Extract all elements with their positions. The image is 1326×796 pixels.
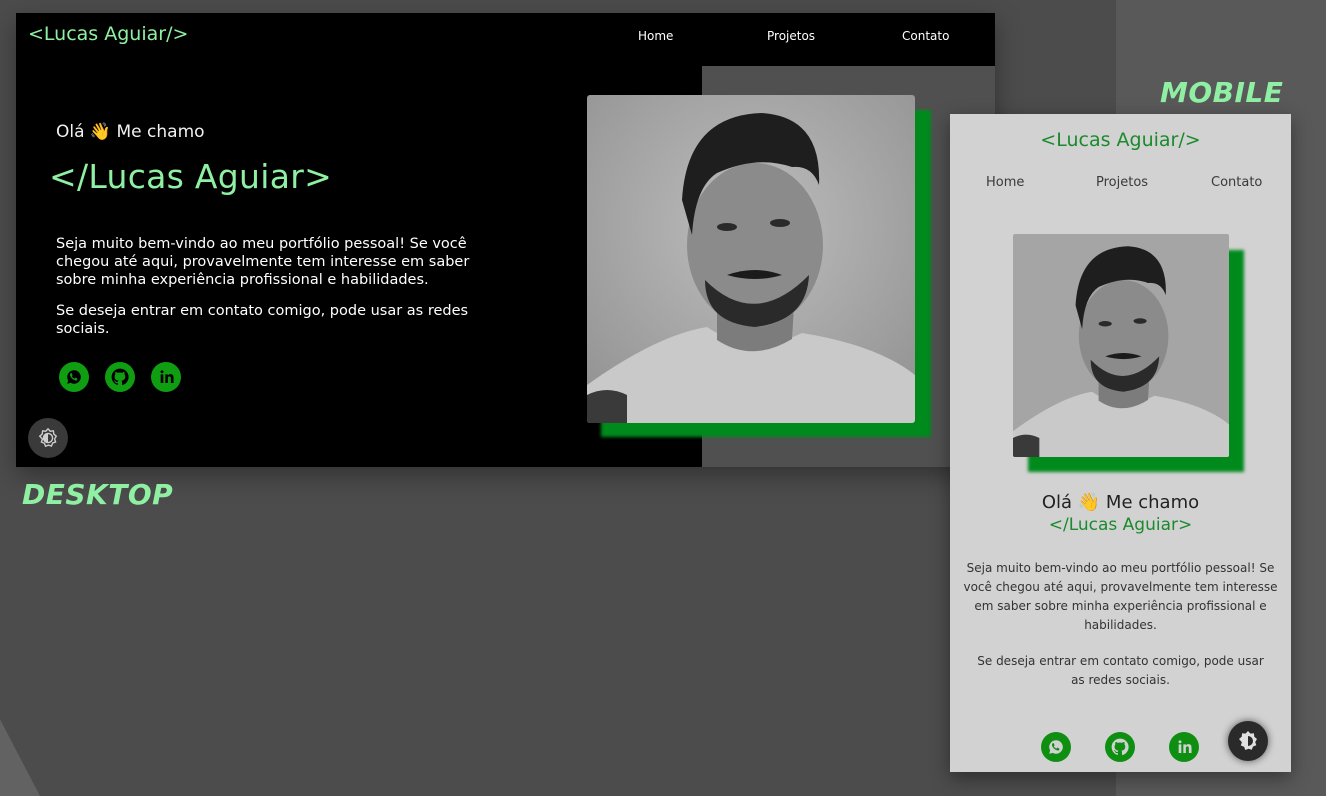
mobile-nav-projetos[interactable]: Projetos xyxy=(1096,175,1148,190)
desktop-nav-projetos[interactable]: Projetos xyxy=(767,29,815,43)
mobile-whatsapp-link[interactable] xyxy=(1041,732,1071,762)
desktop-preview: <Lucas Aguiar/> Home Projetos Contato Ol… xyxy=(16,13,995,467)
background-shape xyxy=(0,719,40,796)
mobile-intro-text: Seja muito bem-vindo ao meu portfólio pe… xyxy=(963,561,1278,632)
mobile-theme-toggle[interactable] xyxy=(1228,721,1268,761)
mobile-linkedin-link[interactable] xyxy=(1169,732,1199,762)
mobile-name-heading: </Lucas Aguiar> xyxy=(1048,515,1193,535)
mobile-label: MOBILE xyxy=(1160,76,1284,109)
theme-toggle-icon xyxy=(1239,731,1257,750)
mobile-preview: <Lucas Aguiar/> Home Projetos Contato Ol… xyxy=(950,114,1291,772)
desktop-nav-home[interactable]: Home xyxy=(638,29,673,43)
profile-photo-image xyxy=(587,95,915,423)
mobile-profile-photo xyxy=(1013,234,1229,457)
desktop-whatsapp-link[interactable] xyxy=(59,362,89,392)
github-icon xyxy=(1111,738,1129,756)
whatsapp-icon xyxy=(67,370,81,384)
desktop-contact-text: Se deseja entrar em contato comigo, pode… xyxy=(56,303,469,337)
linkedin-icon xyxy=(1178,740,1192,753)
desktop-greeting: Olá 👋 Me chamo xyxy=(56,122,205,142)
desktop-linkedin-link[interactable] xyxy=(151,362,181,392)
desktop-profile-photo xyxy=(587,95,915,423)
linkedin-icon xyxy=(160,370,174,383)
profile-photo-image xyxy=(1013,234,1229,457)
desktop-logo[interactable]: <Lucas Aguiar/> xyxy=(28,23,188,45)
theme-toggle-icon xyxy=(38,427,58,448)
desktop-github-link[interactable] xyxy=(105,362,135,392)
mobile-nav-contato[interactable]: Contato xyxy=(1211,175,1262,190)
mobile-contact-text: Se deseja entrar em contato comigo, pode… xyxy=(977,654,1264,687)
whatsapp-icon xyxy=(1049,740,1063,754)
mobile-github-link[interactable] xyxy=(1105,732,1135,762)
desktop-label: DESKTOP xyxy=(22,478,174,511)
desktop-name-heading: </Lucas Aguiar> xyxy=(49,157,333,196)
github-icon xyxy=(111,368,129,386)
desktop-theme-toggle[interactable] xyxy=(28,418,68,458)
mobile-logo[interactable]: <Lucas Aguiar/> xyxy=(950,129,1291,151)
desktop-intro-text: Seja muito bem-vindo ao meu portfólio pe… xyxy=(56,236,470,288)
mobile-greeting: Olá 👋 Me chamo xyxy=(1041,492,1200,513)
mobile-nav-home[interactable]: Home xyxy=(986,175,1024,190)
desktop-nav-contato[interactable]: Contato xyxy=(902,29,949,43)
